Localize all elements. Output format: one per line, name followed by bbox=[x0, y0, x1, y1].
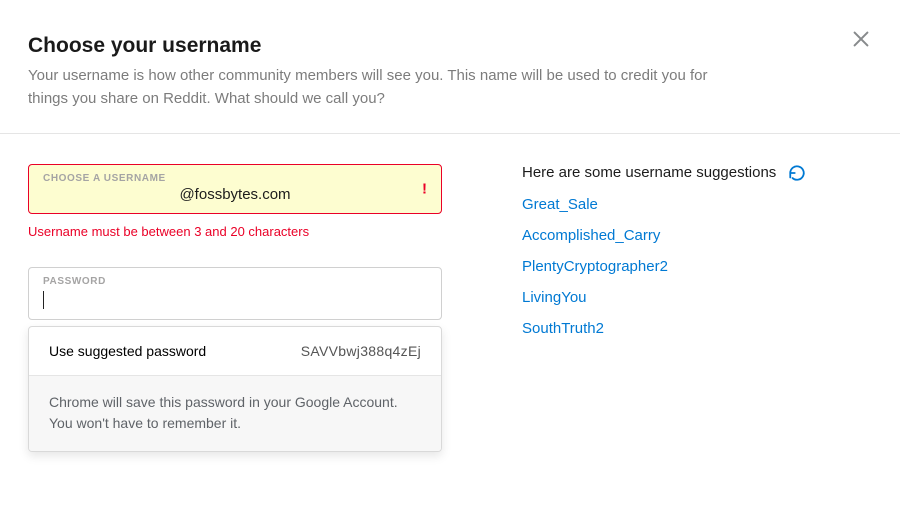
page-subtitle: Your username is how other community mem… bbox=[28, 64, 748, 111]
suggested-password-prompt: Use suggested password bbox=[49, 343, 206, 359]
username-label: CHOOSE A USERNAME bbox=[43, 173, 427, 184]
password-label: PASSWORD bbox=[43, 276, 427, 287]
right-column: Here are some username suggestions Great… bbox=[522, 164, 872, 453]
suggestions-header: Here are some username suggestions bbox=[522, 164, 872, 182]
suggestion-item[interactable]: PlentyCryptographer2 bbox=[522, 258, 872, 275]
close-icon[interactable] bbox=[850, 28, 872, 55]
suggestion-item[interactable]: SouthTruth2 bbox=[522, 320, 872, 337]
username-field[interactable]: CHOOSE A USERNAME @fossbytes.com ! bbox=[28, 164, 442, 214]
suggestion-item[interactable]: LivingYou bbox=[522, 289, 872, 306]
use-suggested-password-row[interactable]: Use suggested password SAVVbwj388q4zEj bbox=[29, 327, 441, 375]
content: CHOOSE A USERNAME @fossbytes.com ! Usern… bbox=[0, 134, 900, 483]
error-icon: ! bbox=[422, 180, 427, 197]
password-field[interactable]: PASSWORD bbox=[28, 267, 442, 320]
suggestion-item[interactable]: Accomplished_Carry bbox=[522, 227, 872, 244]
left-column: CHOOSE A USERNAME @fossbytes.com ! Usern… bbox=[28, 164, 442, 453]
username-value: @fossbytes.com bbox=[43, 186, 427, 203]
suggestions-title: Here are some username suggestions bbox=[522, 164, 776, 181]
suggested-password-value: SAVVbwj388q4zEj bbox=[301, 343, 421, 359]
password-save-info: Chrome will save this password in your G… bbox=[29, 375, 441, 451]
password-suggestion-popup: Use suggested password SAVVbwj388q4zEj C… bbox=[28, 326, 442, 452]
suggestion-item[interactable]: Great_Sale bbox=[522, 196, 872, 213]
text-cursor bbox=[43, 291, 44, 309]
username-error-text: Username must be between 3 and 20 charac… bbox=[28, 224, 442, 239]
page-title: Choose your username bbox=[28, 34, 872, 58]
header: Choose your username Your username is ho… bbox=[0, 0, 900, 134]
refresh-icon[interactable] bbox=[788, 164, 806, 182]
